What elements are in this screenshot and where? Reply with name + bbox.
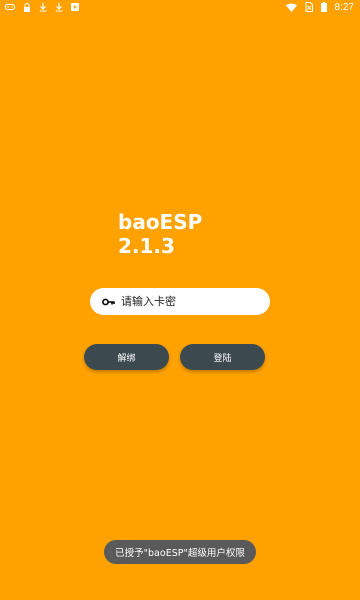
login-button[interactable]: 登陆	[180, 344, 265, 370]
wifi-icon	[285, 3, 297, 12]
status-bar: 8:27	[0, 0, 360, 14]
app-name: baoESP	[118, 210, 203, 234]
key-icon	[102, 298, 115, 306]
lock-icon	[23, 2, 31, 12]
app-notification-icon	[71, 3, 79, 11]
gamepad-icon	[5, 3, 15, 11]
card-key-field[interactable]	[90, 288, 270, 315]
status-left-icons	[5, 2, 79, 12]
app-version: 2.1.3	[118, 234, 175, 258]
battery-icon	[320, 2, 327, 12]
unbind-button[interactable]: 解绑	[84, 344, 169, 370]
card-key-input[interactable]	[121, 295, 261, 308]
status-time: 8:27	[334, 1, 354, 13]
download-icon	[55, 2, 63, 12]
toast-message: 已授予"baoESP"超级用户权限	[104, 540, 256, 564]
status-right-icons: 8:27	[285, 1, 354, 13]
no-sim-icon	[305, 2, 313, 12]
download-icon	[39, 2, 47, 12]
app-title-block: baoESP 2.1.3	[118, 210, 202, 258]
